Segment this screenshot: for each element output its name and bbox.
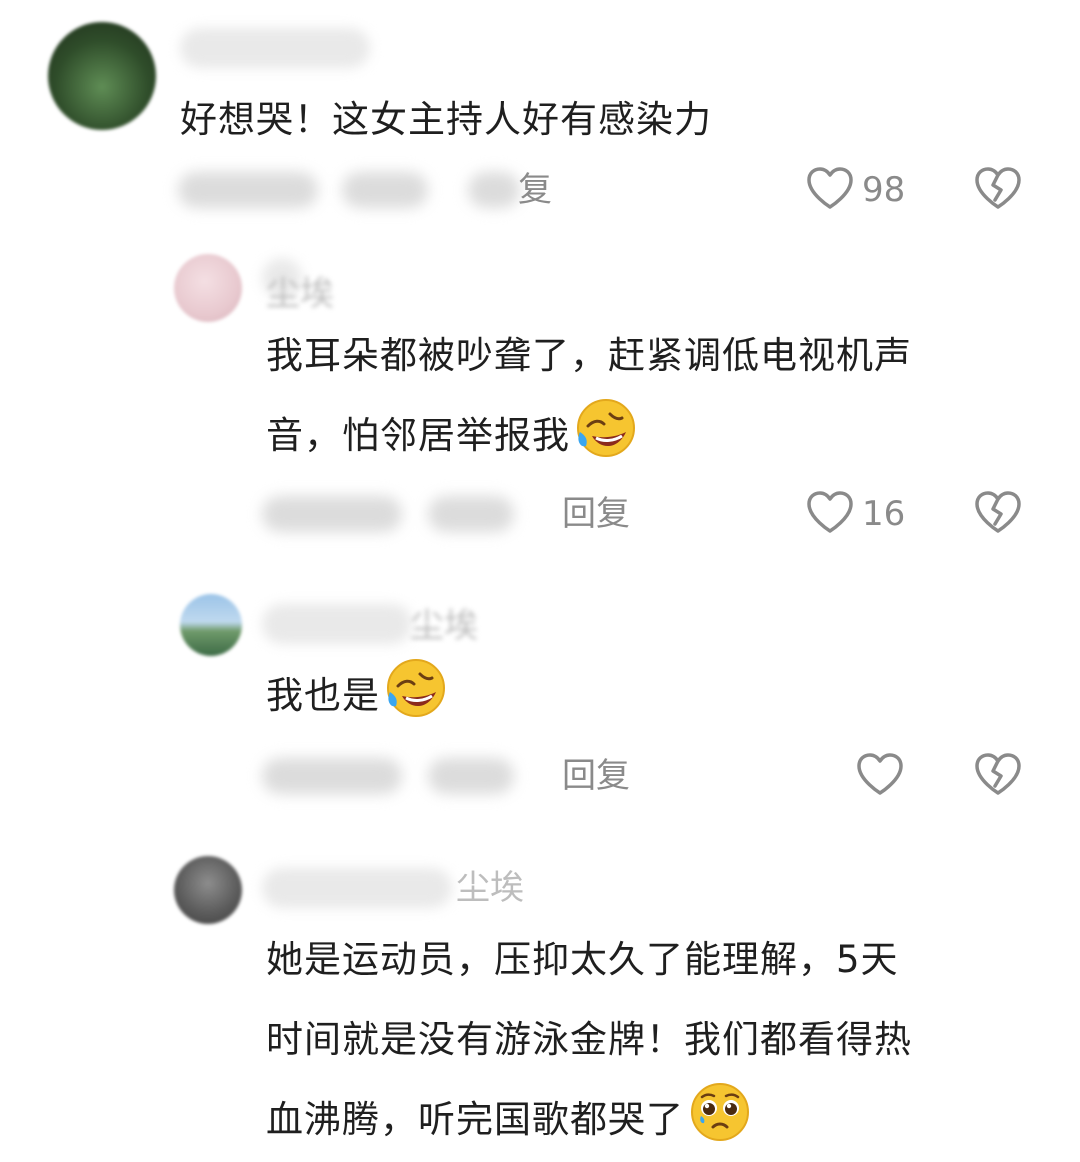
comment-line: 我耳朵都被吵聋了，赶紧调低电视机声 <box>266 334 912 377</box>
comment-text: 我也是 <box>266 656 448 736</box>
broken-heart-icon[interactable] <box>974 752 1022 796</box>
broken-heart-icon[interactable] <box>974 166 1022 210</box>
comment-text: 好想哭！这女主持人好有感染力 <box>180 80 712 160</box>
location-blurred <box>428 758 514 794</box>
comment-line: 她是运动员，压抑太久了能理解，5天 <box>266 938 899 981</box>
avatar[interactable] <box>48 22 156 130</box>
location-blurred <box>342 172 428 208</box>
timestamp-blurred <box>178 172 318 208</box>
like-count: 16 <box>862 494 906 534</box>
heart-outline-icon[interactable] <box>806 166 854 210</box>
comment-line: 我也是 <box>266 674 380 717</box>
reply-button[interactable]: 回复 <box>562 756 630 796</box>
comment-text: 她是运动员，压抑太久了能理解，5天 时间就是没有游泳金牌！我们都看得热 血沸腾，… <box>266 920 912 1160</box>
username-blurred[interactable] <box>262 868 452 908</box>
comment-line: 好想哭！这女主持人好有感染力 <box>180 98 712 141</box>
like-count: 98 <box>862 170 906 210</box>
timestamp-blurred <box>262 758 402 794</box>
comment-line: 音，怕邻居举报我 <box>266 414 570 457</box>
reply-button[interactable]: 复 <box>518 170 552 210</box>
avatar[interactable] <box>180 594 242 656</box>
username-tail[interactable]: 尘埃 <box>410 606 478 646</box>
reply-button[interactable]: 回复 <box>562 494 630 534</box>
heart-outline-icon[interactable] <box>806 490 854 534</box>
broken-heart-icon[interactable] <box>974 490 1022 534</box>
comment-line-with-emoji: 音，怕邻居举报我 <box>266 396 912 476</box>
comment-line-with-emoji: 血沸腾，听完国歌都哭了 <box>266 1080 912 1160</box>
avatar[interactable] <box>174 254 242 322</box>
username-blurred[interactable] <box>262 604 412 644</box>
username-tail[interactable]: 尘埃 <box>266 274 334 314</box>
username-blurred[interactable] <box>180 28 370 68</box>
reply-prefix-blurred <box>468 172 520 208</box>
timestamp-blurred <box>262 496 402 532</box>
avatar[interactable] <box>174 856 242 924</box>
location-blurred <box>428 496 514 532</box>
comment-text: 我耳朵都被吵聋了，赶紧调低电视机声 音，怕邻居举报我 <box>266 316 912 476</box>
heart-outline-icon[interactable] <box>856 752 904 796</box>
pleading-face-emoji <box>691 1083 749 1141</box>
username-tail[interactable]: 尘埃 <box>456 868 524 908</box>
rolling-on-floor-laughing-emoji <box>387 659 445 717</box>
rolling-on-floor-laughing-emoji <box>577 399 635 457</box>
comment-line: 时间就是没有游泳金牌！我们都看得热 <box>266 1018 912 1061</box>
comment-line: 血沸腾，听完国歌都哭了 <box>266 1098 684 1141</box>
